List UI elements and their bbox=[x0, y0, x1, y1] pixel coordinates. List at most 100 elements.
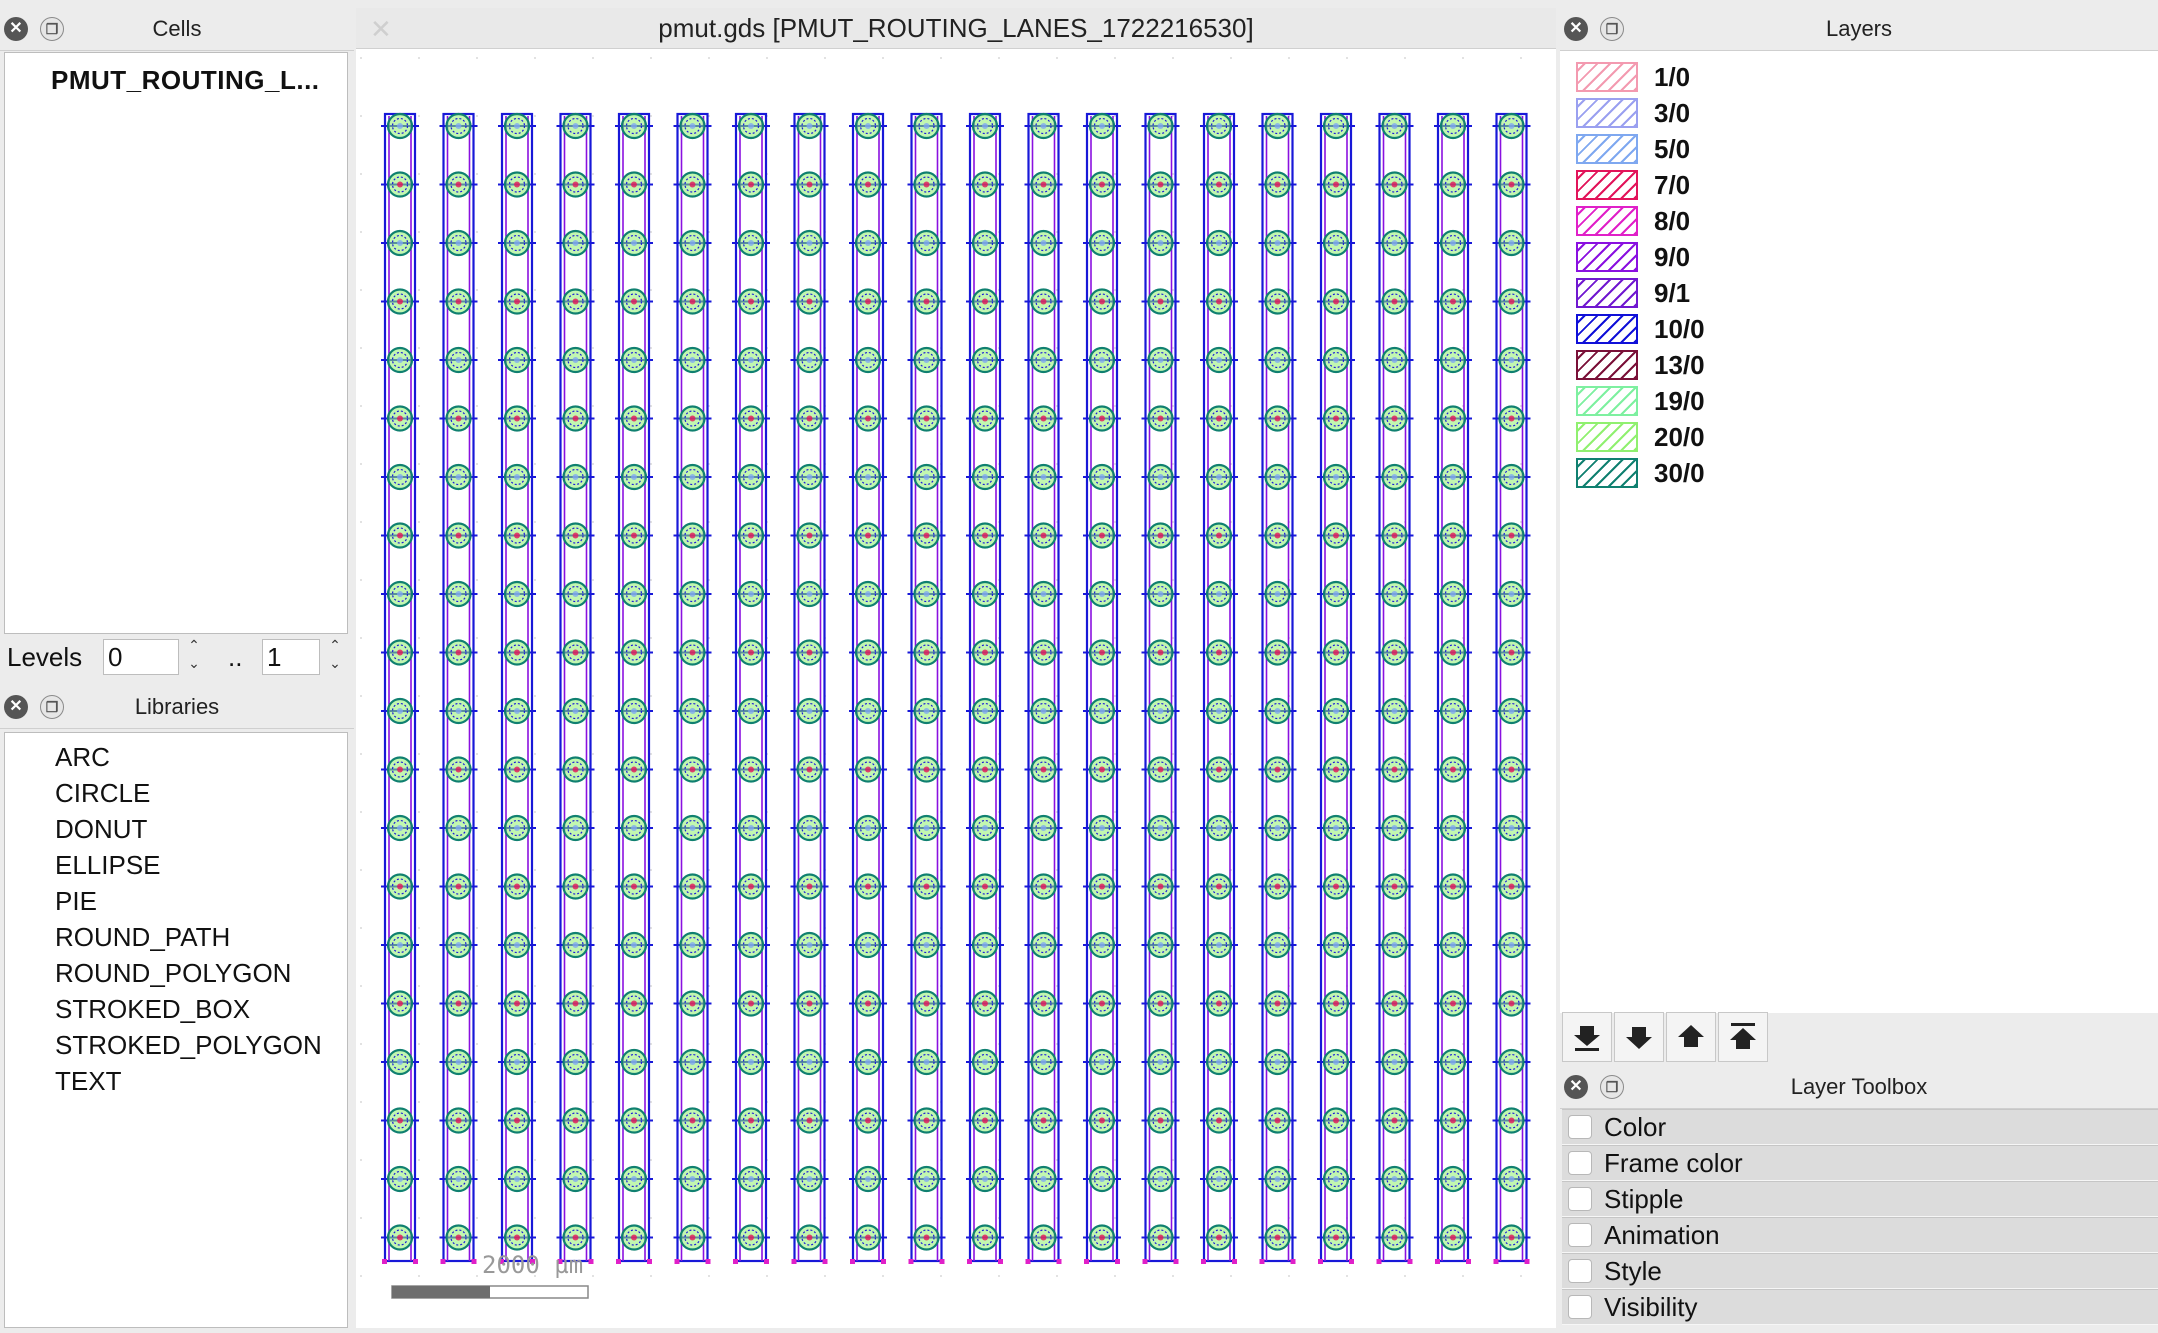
layer-swatch bbox=[1576, 206, 1638, 236]
levels-to-stepper[interactable]: ⌃ ⌄ bbox=[324, 636, 346, 676]
pmut-core bbox=[397, 357, 403, 363]
section-checkbox[interactable] bbox=[1568, 1187, 1592, 1211]
levels-from-input[interactable]: 0 bbox=[103, 639, 179, 675]
layer-row[interactable]: 1/0 bbox=[1576, 60, 1690, 94]
toolbox-section-color[interactable]: Color bbox=[1562, 1109, 2158, 1145]
library-item[interactable]: STROKED_BOX bbox=[5, 991, 347, 1027]
pmut-core bbox=[1391, 532, 1398, 539]
cell-tree[interactable]: PMUT_ROUTING_L... bbox=[4, 52, 348, 634]
cell-tree-item[interactable]: PMUT_ROUTING_L... bbox=[51, 65, 320, 96]
pmut-core bbox=[1274, 1117, 1281, 1124]
layout-canvas[interactable]: 2000 µm bbox=[356, 49, 1556, 1328]
layer-row[interactable]: 30/0 bbox=[1576, 456, 1705, 490]
library-list[interactable]: ARC CIRCLE DONUT ELLIPSE PIE ROUND_PATH … bbox=[4, 732, 348, 1328]
section-checkbox[interactable] bbox=[1568, 1259, 1592, 1283]
library-item[interactable]: DONUT bbox=[5, 811, 347, 847]
close-tab-icon[interactable]: ✕ bbox=[370, 14, 392, 45]
pmut-core bbox=[748, 1000, 754, 1007]
pmut-core bbox=[923, 825, 930, 831]
library-item[interactable]: STROKED_POLYGON bbox=[5, 1027, 347, 1063]
layer-row[interactable]: 9/1 bbox=[1576, 276, 1690, 310]
pmut-core bbox=[923, 532, 930, 539]
pmut-core bbox=[1508, 181, 1515, 188]
pmut-core bbox=[1216, 1176, 1222, 1182]
close-icon[interactable]: ✕ bbox=[1564, 17, 1588, 41]
library-item[interactable]: ARC bbox=[5, 739, 347, 775]
library-item[interactable]: PIE bbox=[5, 883, 347, 919]
layer-row[interactable]: 19/0 bbox=[1576, 384, 1705, 418]
levels-from-stepper[interactable]: ⌃ ⌄ bbox=[183, 636, 205, 676]
pmut-core bbox=[1450, 1059, 1456, 1065]
pmut-core bbox=[1450, 883, 1456, 890]
move-to-bottom-button[interactable] bbox=[1562, 1012, 1612, 1062]
pmut-core bbox=[572, 766, 579, 773]
section-checkbox[interactable] bbox=[1568, 1295, 1592, 1319]
pmut-core bbox=[982, 766, 988, 773]
pmut-core bbox=[1508, 1117, 1515, 1124]
close-icon[interactable]: ✕ bbox=[4, 695, 28, 719]
levels-to-input[interactable]: 1 bbox=[262, 639, 320, 675]
section-checkbox[interactable] bbox=[1568, 1151, 1592, 1175]
move-to-top-button[interactable] bbox=[1718, 1012, 1768, 1062]
pmut-core bbox=[397, 181, 403, 188]
lane-pad bbox=[1376, 1259, 1382, 1264]
library-item[interactable]: ELLIPSE bbox=[5, 847, 347, 883]
pmut-core bbox=[923, 357, 930, 363]
float-icon[interactable]: ❐ bbox=[1600, 1075, 1624, 1099]
pmut-core bbox=[865, 883, 871, 890]
layout-tab[interactable]: pmut.gds [PMUT_ROUTING_LANES_1722216530] bbox=[356, 8, 1556, 49]
pmut-core bbox=[689, 357, 696, 363]
move-up-button[interactable] bbox=[1666, 1012, 1716, 1062]
pmut-core bbox=[689, 1059, 696, 1065]
toolbox-section-frame-color[interactable]: Frame color bbox=[1562, 1145, 2158, 1181]
layer-row[interactable]: 20/0 bbox=[1576, 420, 1705, 454]
lane-pad bbox=[967, 1259, 972, 1264]
layer-row[interactable]: 9/0 bbox=[1576, 240, 1690, 274]
layer-list[interactable]: 1/0 3/0 5/0 7/0 8/0 9/0 9/1 10/0 13/0 19… bbox=[1560, 51, 2158, 1013]
pmut-core bbox=[1450, 942, 1456, 948]
library-item[interactable]: TEXT bbox=[5, 1063, 347, 1099]
pmut-core bbox=[455, 1234, 462, 1241]
layer-row[interactable]: 8/0 bbox=[1576, 204, 1690, 238]
library-item[interactable]: ROUND_POLYGON bbox=[5, 955, 347, 991]
layer-row[interactable]: 13/0 bbox=[1576, 348, 1705, 382]
pmut-core bbox=[514, 298, 520, 305]
move-down-button[interactable] bbox=[1614, 1012, 1664, 1062]
toolbox-section-animation[interactable]: Animation bbox=[1562, 1217, 2158, 1253]
toolbox-section-stipple[interactable]: Stipple bbox=[1562, 1181, 2158, 1217]
lane-pad bbox=[1407, 1259, 1413, 1264]
section-checkbox[interactable] bbox=[1568, 1223, 1592, 1247]
float-icon[interactable]: ❐ bbox=[40, 17, 64, 41]
section-label: Style bbox=[1604, 1255, 1662, 1286]
layer-swatch bbox=[1576, 98, 1638, 128]
close-icon[interactable]: ✕ bbox=[1564, 1075, 1588, 1099]
pmut-core bbox=[1216, 532, 1222, 539]
layer-name: 9/1 bbox=[1654, 277, 1691, 308]
toolbox-section-visibility[interactable]: Visibility bbox=[1562, 1289, 2158, 1325]
library-item[interactable]: CIRCLE bbox=[5, 775, 347, 811]
pmut-core bbox=[1274, 591, 1281, 597]
toolbox-section-style[interactable]: Style bbox=[1562, 1253, 2158, 1289]
pmut-core bbox=[1040, 474, 1047, 480]
pmut-core bbox=[865, 532, 871, 539]
library-item[interactable]: ROUND_PATH bbox=[5, 919, 347, 955]
pmut-core bbox=[1391, 357, 1398, 363]
pmut-core bbox=[631, 942, 637, 948]
layer-row[interactable]: 3/0 bbox=[1576, 96, 1690, 130]
pmut-core bbox=[806, 532, 813, 539]
pmut-core bbox=[631, 708, 637, 714]
layout-drawing[interactable]: 2000 µm bbox=[356, 49, 1556, 1328]
pmut-core bbox=[982, 123, 988, 129]
pmut-core bbox=[1333, 649, 1339, 656]
layer-row[interactable]: 5/0 bbox=[1576, 132, 1690, 166]
section-checkbox[interactable] bbox=[1568, 1115, 1592, 1139]
lane-pad bbox=[998, 1259, 1003, 1264]
float-icon[interactable]: ❐ bbox=[1600, 17, 1624, 41]
layer-row[interactable]: 7/0 bbox=[1576, 168, 1690, 202]
lane-pad bbox=[588, 1259, 594, 1264]
float-icon[interactable]: ❐ bbox=[40, 695, 64, 719]
layer-name: 10/0 bbox=[1654, 313, 1705, 344]
layer-row[interactable]: 10/0 bbox=[1576, 312, 1705, 346]
close-icon[interactable]: ✕ bbox=[4, 17, 28, 41]
scale-bar-fill bbox=[392, 1286, 490, 1298]
